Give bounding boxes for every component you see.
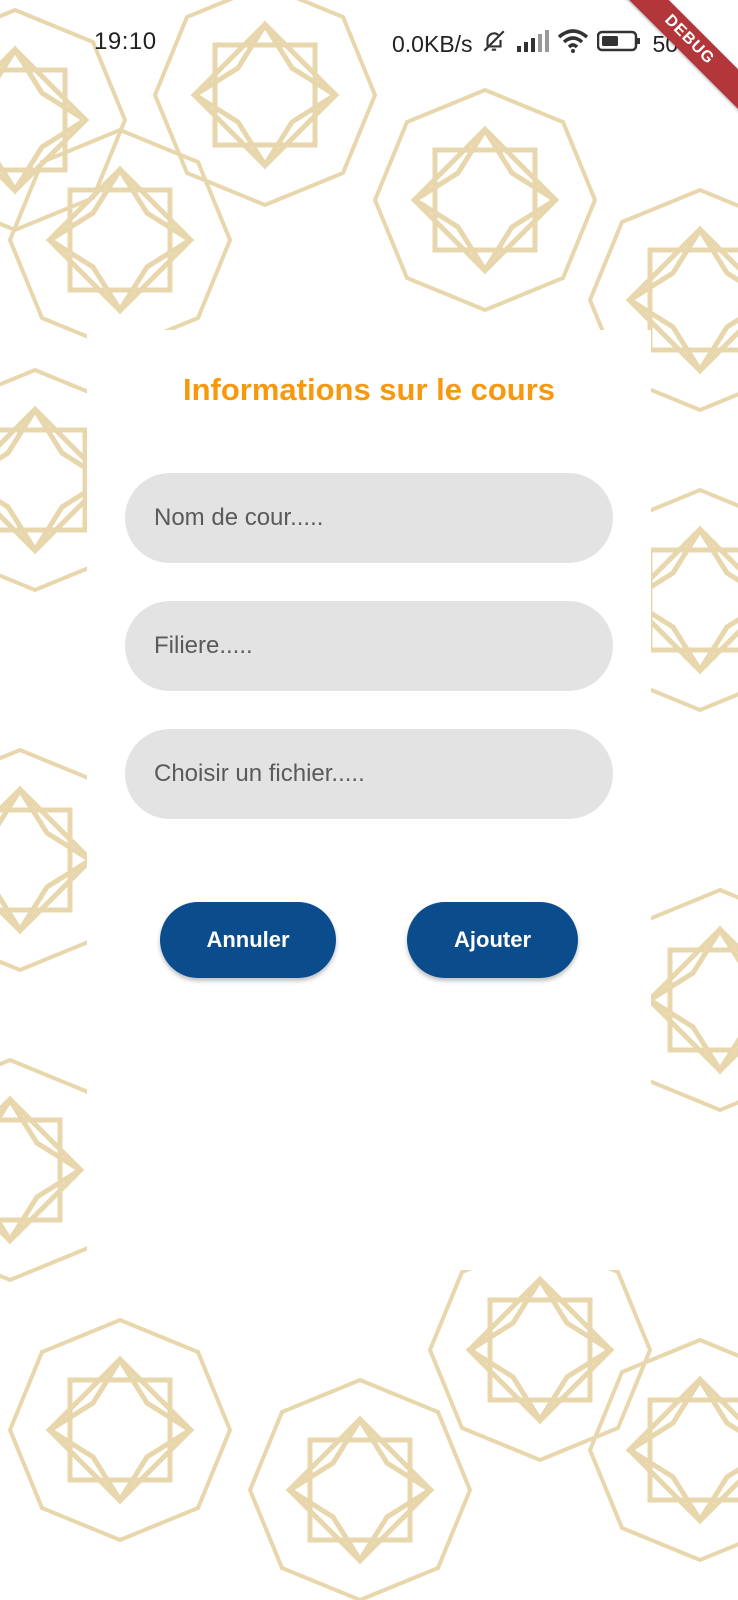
filiere-input[interactable] [125,601,613,691]
network-speed: 0.0KB/s [392,30,473,57]
add-button[interactable]: Ajouter [407,902,578,978]
course-name-input[interactable] [125,473,613,563]
bell-off-icon [481,28,507,61]
cancel-button[interactable]: Annuler [160,902,336,978]
status-bar: 19:10 0.0KB/s 50 [0,0,738,86]
wifi-icon [557,28,589,60]
status-time: 19:10 [94,28,157,55]
form-title: Informations sur le cours [182,372,556,407]
signal-icon [515,29,549,59]
status-indicators: 0.0KB/s 50 [392,28,678,60]
battery-icon [596,30,641,59]
file-picker-field[interactable]: Choisir un fichier..... [125,729,613,819]
